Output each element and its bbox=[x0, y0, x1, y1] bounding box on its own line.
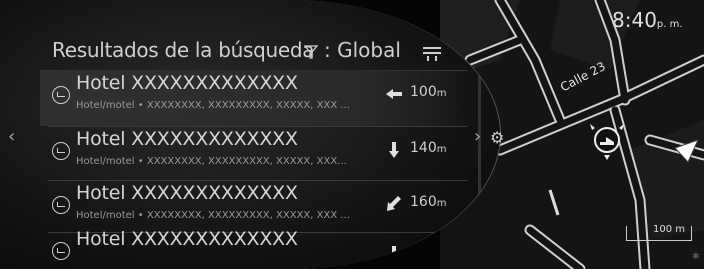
previous-page-chevron-icon[interactable]: ‹ bbox=[8, 126, 15, 147]
clock: 8:40p. m. bbox=[612, 8, 683, 32]
filter-label: : Global bbox=[324, 38, 401, 62]
result-name: Hotel XXXXXXXXXXXXX bbox=[76, 228, 298, 250]
gear-icon[interactable]: ⚙ bbox=[490, 128, 504, 147]
hotel-icon bbox=[52, 242, 70, 260]
sort-list-icon[interactable] bbox=[422, 46, 442, 62]
navigation-screen: Calle 23 Resultados de la búsqueda : Glo… bbox=[0, 0, 704, 269]
result-distance: 140m bbox=[410, 140, 447, 156]
arrow-down-left-icon bbox=[387, 196, 401, 211]
result-row[interactable]: Hotel XXXXXXXXXXXXX Hotel/motel • XXXXXX… bbox=[40, 70, 480, 126]
arrow-down-icon bbox=[389, 246, 399, 262]
result-row[interactable]: Hotel XXXXXXXXXXXXX 180 bbox=[40, 222, 480, 269]
result-distance: 160m bbox=[410, 194, 447, 210]
result-name: Hotel XXXXXXXXXXXXX bbox=[76, 72, 298, 94]
result-distance: 100m bbox=[410, 84, 447, 100]
funnel-icon bbox=[304, 44, 318, 59]
filter-button[interactable]: : Global bbox=[304, 38, 401, 62]
hotel-icon bbox=[52, 86, 70, 104]
result-name: Hotel XXXXXXXXXXXXX bbox=[76, 128, 298, 150]
search-results-panel: Resultados de la búsqueda : Global Hotel… bbox=[0, 0, 500, 269]
result-detail: Hotel/motel • XXXXXXXX, XXXXXXXXX, XXXXX… bbox=[76, 156, 347, 167]
arrow-down-icon bbox=[389, 142, 399, 158]
result-detail: Hotel/motel • XXXXXXXX, XXXXXXXXX, XXXXX… bbox=[76, 100, 350, 111]
result-row[interactable]: Hotel XXXXXXXXXXXXX Hotel/motel • XXXXXX… bbox=[40, 126, 480, 182]
map-scale-bar: 100 m bbox=[626, 224, 692, 241]
expand-chevron-icon[interactable]: › bbox=[474, 126, 481, 147]
page-title: Resultados de la búsqueda bbox=[52, 38, 315, 62]
hotel-icon bbox=[52, 142, 70, 160]
arrow-left-icon bbox=[386, 89, 402, 99]
result-name: Hotel XXXXXXXXXXXXX bbox=[76, 182, 298, 204]
bluetooth-icon: ✱ bbox=[692, 252, 700, 262]
results-header: Resultados de la búsqueda : Global bbox=[52, 38, 452, 68]
result-detail: Hotel/motel • XXXXXXXX, XXXXXXXXX, XXXXX… bbox=[76, 210, 350, 221]
result-distance: 180 bbox=[410, 244, 437, 260]
hotel-icon bbox=[52, 196, 70, 214]
